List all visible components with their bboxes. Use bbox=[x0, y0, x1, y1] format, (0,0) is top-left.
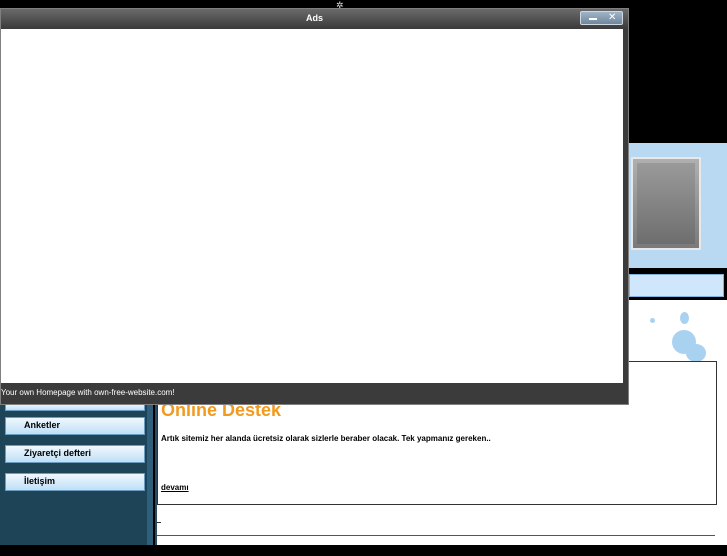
sidebar-item-ziyaretci-defteri[interactable]: Ziyaretçi defteri bbox=[5, 445, 145, 463]
news-text: Artık sitemiz her alanda ücretsiz olarak… bbox=[161, 434, 491, 443]
splat-decoration bbox=[686, 344, 706, 362]
read-more-link[interactable]: devamı bbox=[161, 483, 189, 492]
minimize-icon[interactable] bbox=[589, 18, 597, 20]
nav-bar bbox=[629, 274, 724, 297]
splat-decoration bbox=[680, 312, 689, 324]
close-icon[interactable]: ✕ bbox=[608, 12, 616, 24]
sidebar-item-label: İletişim bbox=[24, 476, 56, 486]
sidebar-item-iletisim[interactable]: İletişim bbox=[5, 473, 145, 491]
ads-window: Ads ✕ Your own Homepage with own-free-we… bbox=[0, 8, 629, 405]
ads-content[interactable] bbox=[1, 29, 623, 383]
splat-decoration bbox=[650, 318, 655, 323]
sidebar-item-anketler[interactable]: Anketler bbox=[5, 417, 145, 435]
sidebar-item-label: Anketler bbox=[24, 420, 61, 430]
ads-footer-link[interactable]: Your own Homepage with own-free-website.… bbox=[1, 388, 175, 397]
window-controls: ✕ bbox=[580, 11, 623, 25]
divider bbox=[157, 522, 161, 523]
sidebar-item-label: Ziyaretçi defteri bbox=[24, 448, 92, 458]
header-banner bbox=[631, 157, 701, 250]
sidebar-rail bbox=[147, 395, 153, 545]
news-box-2 bbox=[157, 535, 715, 556]
ads-window-title: Ads bbox=[305, 13, 323, 23]
